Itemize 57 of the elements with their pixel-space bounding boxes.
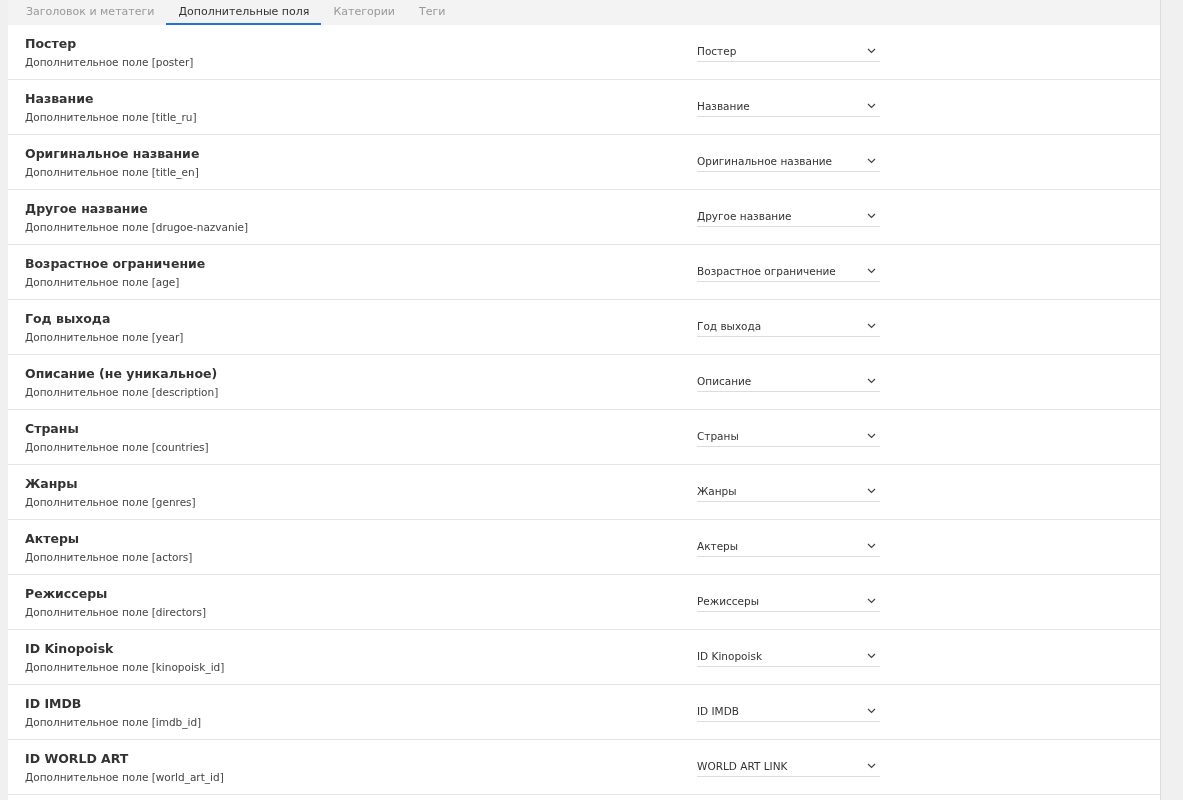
field-description: Дополнительное поле [age] bbox=[25, 276, 181, 288]
field-description: Дополнительное поле [actors] bbox=[25, 551, 194, 563]
field-select[interactable]: Оригинальное название bbox=[697, 152, 880, 172]
field-title: Актеры bbox=[25, 531, 81, 546]
field-description: Дополнительное поле [poster] bbox=[25, 56, 195, 68]
field-description: Дополнительное поле [countries] bbox=[25, 441, 210, 453]
field-select[interactable]: Жанры bbox=[697, 482, 880, 502]
field-select[interactable]: Режиссеры bbox=[697, 592, 880, 612]
field-select[interactable]: ID Kinopoisk bbox=[697, 647, 880, 667]
field-description: Дополнительное поле [title_ru] bbox=[25, 111, 198, 123]
field-description: Дополнительное поле [directors] bbox=[25, 606, 208, 618]
field-title: Описание (не уникальное) bbox=[25, 366, 219, 381]
field-description: Дополнительное поле [drugoe-nazvanie] bbox=[25, 221, 250, 233]
field-description: Дополнительное поле [imdb_id] bbox=[25, 716, 203, 728]
chevron-down-icon bbox=[867, 267, 876, 274]
field-title: Страны bbox=[25, 421, 80, 436]
chevron-down-icon bbox=[867, 377, 876, 384]
chevron-down-icon bbox=[867, 432, 876, 439]
chevron-down-icon bbox=[867, 652, 876, 659]
chevron-down-icon bbox=[867, 597, 876, 604]
chevron-down-icon bbox=[867, 762, 876, 769]
field-description: Дополнительное поле [description] bbox=[25, 386, 220, 398]
field-select[interactable]: Год выхода bbox=[697, 317, 880, 337]
chevron-down-icon bbox=[867, 487, 876, 494]
chevron-down-icon bbox=[867, 707, 876, 714]
chevron-down-icon bbox=[867, 102, 876, 109]
field-select[interactable]: Описание bbox=[697, 372, 880, 392]
field-select[interactable]: Постер bbox=[697, 42, 880, 62]
field-select[interactable]: Другое название bbox=[697, 207, 880, 227]
field-title: ID Kinopoisk bbox=[25, 641, 115, 656]
field-title: Жанры bbox=[25, 476, 79, 491]
field-description: Дополнительное поле [kinopoisk_id] bbox=[25, 661, 226, 673]
field-title: Возрастное ограничение bbox=[25, 256, 207, 271]
field-select[interactable]: Актеры bbox=[697, 537, 880, 557]
field-select[interactable]: ID IMDB bbox=[697, 702, 880, 722]
field-select[interactable]: Страны bbox=[697, 427, 880, 447]
field-title: Другое название bbox=[25, 201, 149, 216]
field-title: ID WORLD ART bbox=[25, 751, 130, 766]
chevron-down-icon bbox=[867, 212, 876, 219]
field-title: Режиссеры bbox=[25, 586, 109, 601]
chevron-down-icon bbox=[867, 157, 876, 164]
field-select[interactable]: Название bbox=[697, 97, 880, 117]
field-description: Дополнительное поле [title_en] bbox=[25, 166, 200, 178]
chevron-down-icon bbox=[867, 322, 876, 329]
field-title: Название bbox=[25, 91, 95, 106]
field-title: Год выхода bbox=[25, 311, 112, 326]
field-description: Дополнительное поле [world_art_id] bbox=[25, 771, 225, 783]
field-description: Дополнительное поле [year] bbox=[25, 331, 185, 343]
field-title: Постер bbox=[25, 36, 78, 51]
chevron-down-icon bbox=[867, 542, 876, 549]
field-description: Дополнительное поле [genres] bbox=[25, 496, 197, 508]
field-select[interactable]: Возрастное ограничение bbox=[697, 262, 880, 282]
field-title: ID IMDB bbox=[25, 696, 83, 711]
field-title: Оригинальное название bbox=[25, 146, 201, 161]
tab[interactable]: Дополнительные поля bbox=[166, 0, 322, 25]
field-select[interactable]: WORLD ART LINK bbox=[697, 757, 880, 777]
chevron-down-icon bbox=[867, 47, 876, 54]
